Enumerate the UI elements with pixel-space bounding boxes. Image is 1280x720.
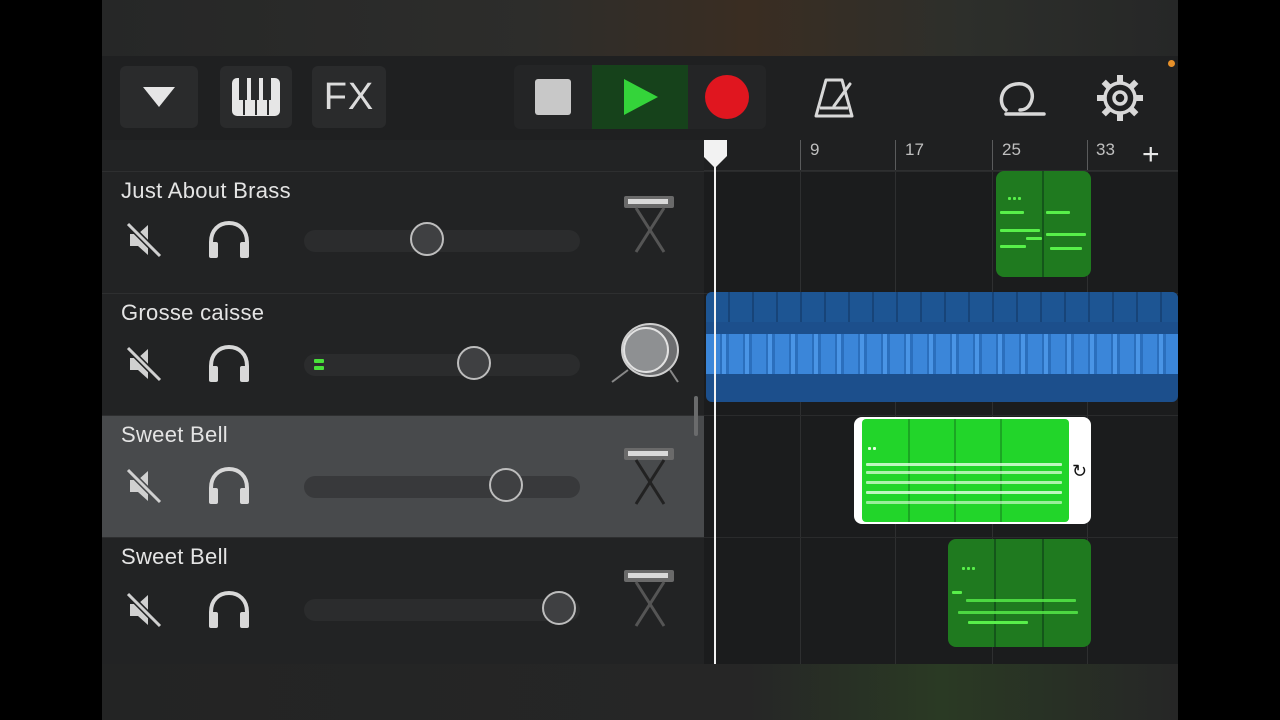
ruler-marker: 33 <box>1096 140 1115 159</box>
keyboard-instrument-icon[interactable] <box>622 190 678 261</box>
loop-browser-button[interactable] <box>992 72 1052 124</box>
metronome-icon <box>814 78 854 118</box>
headphones-icon <box>209 466 249 504</box>
keyboard-instrument-icon[interactable] <box>622 442 678 513</box>
tracks-timeline[interactable]: 1 9 17 25 33 + <box>704 140 1178 664</box>
record-button[interactable] <box>688 65 766 129</box>
play-button[interactable] <box>592 65 688 129</box>
midi-region[interactable] <box>996 171 1091 277</box>
track-lane[interactable] <box>704 537 1178 659</box>
fx-button[interactable]: FX <box>312 66 386 128</box>
record-icon <box>705 75 749 119</box>
track-lane[interactable] <box>704 171 1178 293</box>
solo-headphones-button[interactable] <box>204 218 254 262</box>
instrument-keyboard-button[interactable] <box>220 66 292 128</box>
solo-headphones-button[interactable] <box>204 342 254 386</box>
track-volume-slider[interactable] <box>304 468 580 502</box>
playhead-handle-icon[interactable] <box>704 140 728 170</box>
ruler-tick <box>1087 140 1088 170</box>
stop-icon <box>535 79 571 115</box>
loop-browser-icon <box>999 82 1046 116</box>
stop-button[interactable] <box>514 65 592 129</box>
mute-button[interactable] <box>122 342 166 386</box>
headphones-icon <box>209 344 249 382</box>
speaker-muted-icon <box>125 467 163 505</box>
garageband-tracks-view: FX Just About Brass Grosse caisse Sweet … <box>102 0 1178 720</box>
track-name: Sweet Bell <box>121 544 228 569</box>
track-header[interactable]: Just About Brass <box>102 171 704 293</box>
settings-gear-icon <box>1097 75 1143 121</box>
track-list-scroll-indicator[interactable] <box>694 396 698 436</box>
headphones-icon <box>209 590 249 628</box>
ruler-marker: 25 <box>1002 140 1021 159</box>
metronome-button[interactable] <box>806 72 862 124</box>
dropdown-triangle-icon <box>143 87 175 107</box>
keyboard-instrument-icon[interactable] <box>622 564 678 635</box>
midi-region[interactable] <box>948 539 1091 647</box>
control-bar: FX <box>102 56 1178 140</box>
mute-button[interactable] <box>122 218 166 262</box>
track-volume-slider[interactable] <box>304 591 580 625</box>
level-meter <box>314 359 324 371</box>
volume-knob[interactable] <box>457 346 491 380</box>
track-header[interactable]: Grosse caisse <box>102 293 704 415</box>
volume-knob[interactable] <box>410 222 444 256</box>
track-volume-slider[interactable] <box>304 346 580 380</box>
track-header[interactable]: Sweet Bell <box>102 537 704 659</box>
playhead[interactable] <box>704 140 727 664</box>
speaker-muted-icon <box>125 221 163 259</box>
volume-knob[interactable] <box>489 468 523 502</box>
track-volume-slider[interactable] <box>304 222 580 256</box>
ruler-marker: 17 <box>905 140 924 159</box>
ruler-marker: 9 <box>810 140 820 159</box>
speaker-muted-icon <box>125 591 163 629</box>
headphones-icon <box>209 220 249 258</box>
activity-indicator <box>1168 60 1175 67</box>
ruler-tick <box>895 140 896 170</box>
ruler-tick <box>992 140 993 170</box>
audio-region[interactable] <box>706 292 1178 402</box>
track-name: Grosse caisse <box>121 300 265 325</box>
play-icon <box>624 79 658 115</box>
speaker-muted-icon <box>125 345 163 383</box>
midi-region-selected[interactable]: ↻ <box>854 417 1091 524</box>
loop-handle-icon[interactable]: ↻ <box>1072 461 1087 482</box>
bottom-area <box>102 664 1178 720</box>
headers-spacer <box>102 140 704 170</box>
track-headers: Just About Brass Grosse caisse Sweet Bel… <box>102 140 704 664</box>
add-section-button[interactable]: + <box>1142 140 1160 172</box>
bass-drum-instrument-icon[interactable] <box>608 320 684 391</box>
settings-button[interactable] <box>1092 70 1148 126</box>
track-name: Sweet Bell <box>121 422 228 447</box>
bar-ruler[interactable]: 1 9 17 25 33 + <box>704 140 1178 171</box>
transport-controls <box>514 65 766 129</box>
track-name: Just About Brass <box>121 178 291 203</box>
keyboard-icon <box>232 78 280 116</box>
my-songs-dropdown-button[interactable] <box>120 66 198 128</box>
mute-button[interactable] <box>122 588 166 632</box>
solo-headphones-button[interactable] <box>204 464 254 508</box>
track-header-selected[interactable]: Sweet Bell <box>102 415 704 537</box>
volume-knob[interactable] <box>542 591 576 625</box>
mute-button[interactable] <box>122 464 166 508</box>
top-status-area <box>102 0 1178 56</box>
solo-headphones-button[interactable] <box>204 588 254 632</box>
ruler-tick <box>800 140 801 170</box>
